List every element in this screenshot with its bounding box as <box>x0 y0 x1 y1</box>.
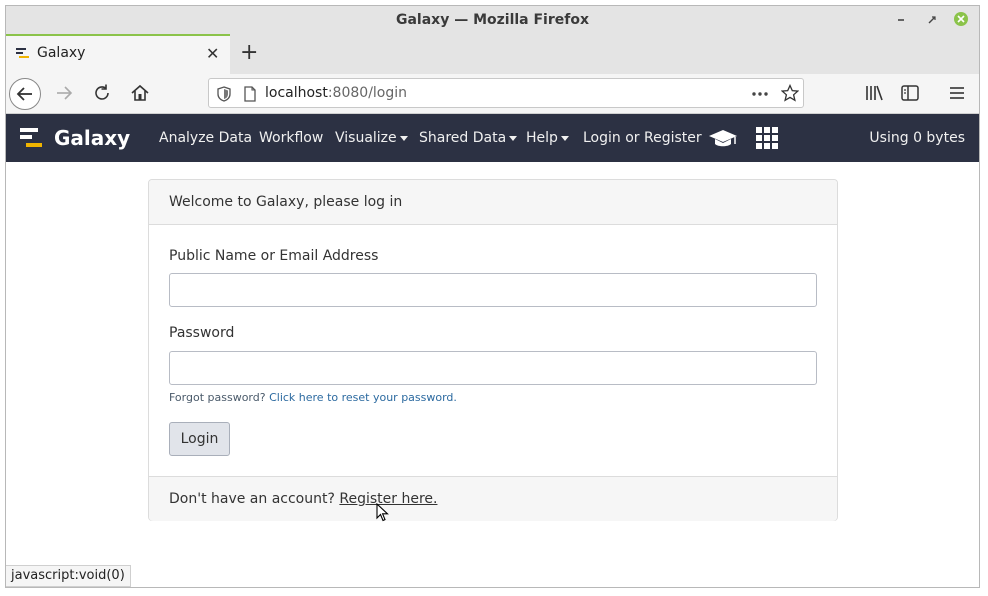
page-actions-icon[interactable] <box>751 91 769 97</box>
restore-icon[interactable] <box>924 12 940 28</box>
url-host: localhost <box>265 85 328 101</box>
new-tab-icon[interactable]: + <box>240 40 258 66</box>
navigation-toolbar: localhost:8080/login <box>6 74 979 114</box>
menu-visualize[interactable]: Visualize <box>335 130 408 146</box>
galaxy-navbar: Galaxy Analyze Data Workflow Visualize S… <box>6 114 979 162</box>
url-bar[interactable]: localhost:8080/login <box>208 78 804 108</box>
galaxy-favicon-icon <box>16 48 29 58</box>
menu-login-register[interactable]: Login or Register <box>583 130 702 146</box>
password-label: Password <box>169 325 235 341</box>
storage-usage[interactable]: Using 0 bytes <box>869 130 965 146</box>
tab-close-icon[interactable]: ✕ <box>206 45 219 63</box>
tab-title: Galaxy <box>37 45 86 61</box>
username-label: Public Name or Email Address <box>169 248 379 264</box>
forward-arrow-icon[interactable] <box>53 82 75 104</box>
caret-down-icon <box>509 135 518 141</box>
shield-icon[interactable] <box>217 86 231 102</box>
browser-window: Galaxy — Mozilla Firefox Galaxy ✕ + loca… <box>5 5 980 588</box>
menu-analyze-data[interactable]: Analyze Data <box>159 130 252 146</box>
register-prompt-text: Don't have an account? <box>169 491 335 507</box>
register-prompt: Don't have an account? Register here. <box>169 491 437 507</box>
reload-icon[interactable] <box>91 82 113 104</box>
window-title: Galaxy — Mozilla Firefox <box>395 12 589 28</box>
back-button[interactable] <box>9 78 41 110</box>
forgot-password-text: Forgot password? <box>169 391 266 404</box>
home-icon[interactable] <box>129 82 151 104</box>
library-icon[interactable] <box>863 82 885 104</box>
apps-grid-icon[interactable] <box>755 126 779 150</box>
graduation-cap-icon[interactable] <box>708 128 738 148</box>
url-text: localhost:8080/login <box>265 85 407 101</box>
login-card-footer: Don't have an account? Register here. <box>149 476 837 521</box>
sidebar-toggle-icon[interactable] <box>899 82 921 104</box>
menu-visualize-label: Visualize <box>335 130 397 146</box>
status-bar: javascript:void(0) <box>6 565 131 587</box>
menu-shared-data-label: Shared Data <box>419 130 507 146</box>
bookmark-star-icon[interactable] <box>781 84 799 102</box>
tab-strip: Galaxy ✕ + <box>6 34 979 74</box>
password-input[interactable] <box>169 351 817 385</box>
reset-password-link[interactable]: Click here to reset your password. <box>269 391 457 404</box>
menu-workflow[interactable]: Workflow <box>259 130 323 146</box>
menu-shared-data[interactable]: Shared Data <box>419 130 518 146</box>
url-path: :8080/login <box>327 85 408 101</box>
minimize-icon[interactable] <box>894 12 910 28</box>
mouse-cursor-icon <box>376 503 389 522</box>
galaxy-brand[interactable]: Galaxy <box>54 126 130 150</box>
username-input[interactable] <box>169 273 817 307</box>
login-card-header: Welcome to Galaxy, please log in <box>149 180 837 225</box>
menu-help-label: Help <box>526 130 558 146</box>
back-arrow-icon <box>16 87 32 101</box>
forgot-password-hint: Forgot password? Click here to reset you… <box>169 391 457 404</box>
menu-help[interactable]: Help <box>526 130 569 146</box>
page-info-icon[interactable] <box>243 86 257 102</box>
caret-down-icon <box>399 135 408 141</box>
hamburger-menu-icon[interactable] <box>946 82 968 104</box>
tab-galaxy[interactable]: Galaxy ✕ <box>6 34 230 74</box>
login-card-title: Welcome to Galaxy, please log in <box>169 194 403 210</box>
window-titlebar: Galaxy — Mozilla Firefox <box>6 6 979 34</box>
caret-down-icon <box>560 135 569 141</box>
login-card: Welcome to Galaxy, please log in Public … <box>148 179 838 521</box>
galaxy-logo-icon[interactable] <box>20 128 42 148</box>
login-button[interactable]: Login <box>169 422 230 456</box>
window-close-icon[interactable] <box>954 12 968 26</box>
